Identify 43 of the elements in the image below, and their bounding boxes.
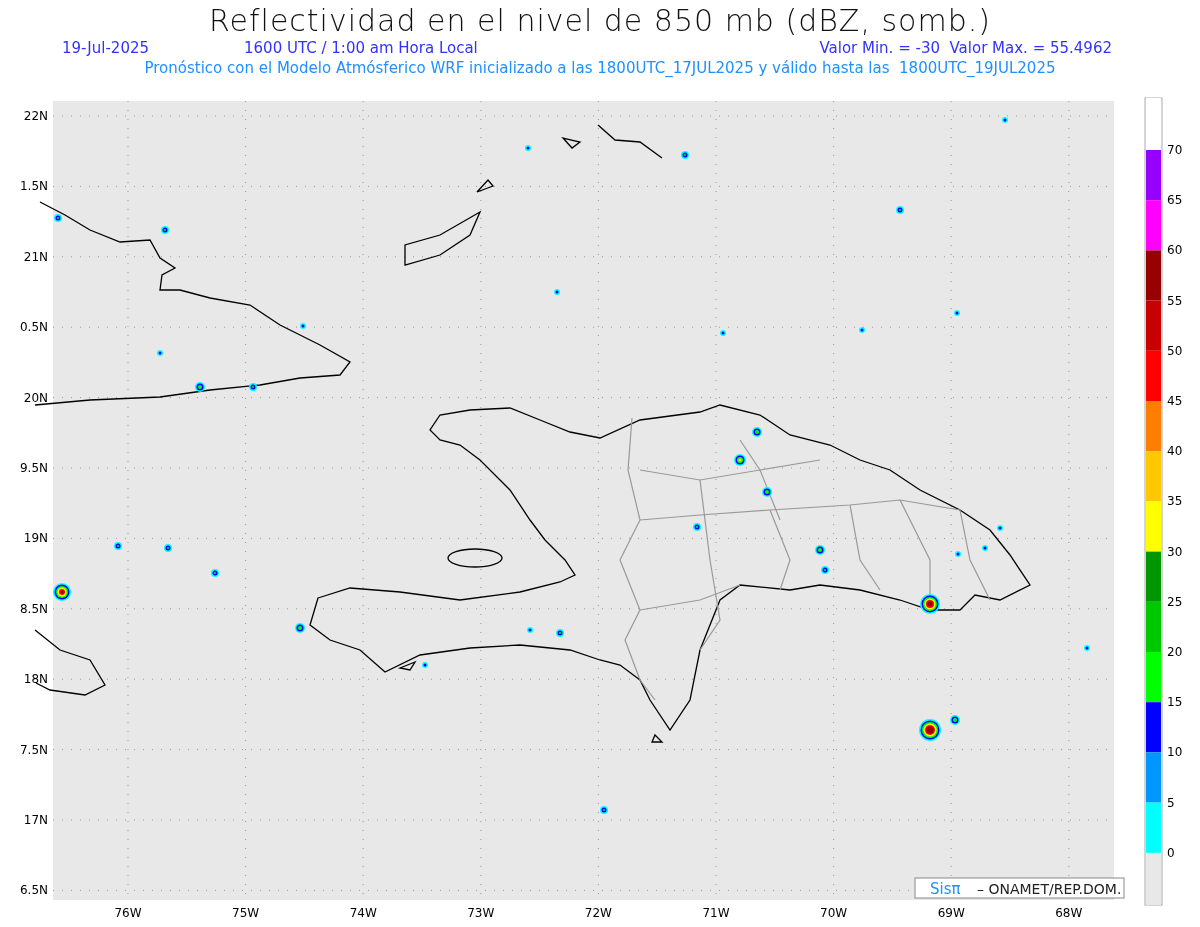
latitude-label: 0.5N bbox=[19, 320, 48, 335]
latitude-label: 1.5N bbox=[19, 179, 48, 194]
latitude-label: 17N bbox=[23, 813, 48, 827]
colorbar-label: 10 bbox=[1167, 745, 1183, 760]
longitude-label: 69W bbox=[937, 906, 965, 920]
longitude-label: 75W bbox=[232, 906, 260, 920]
latitude-label: 8.5N bbox=[19, 601, 48, 616]
latitude-label: 9.5N bbox=[19, 461, 48, 475]
latitude-label: 7.5N bbox=[19, 742, 48, 757]
colorbar-label: 20 bbox=[1167, 645, 1183, 659]
colorbar-label: 25 bbox=[1167, 594, 1183, 609]
colorbar-label: 0 bbox=[1167, 845, 1175, 860]
longitude-label: 68W bbox=[1055, 906, 1083, 920]
longitude-label: 70W bbox=[820, 906, 848, 920]
credit-text: – ONAMET/REP.DOM. bbox=[977, 881, 1122, 897]
latitude-label: 20N bbox=[23, 390, 48, 405]
forecast-time: 1600 UTC / 1:00 am Hora Local bbox=[244, 38, 478, 58]
longitude-label: 73W bbox=[467, 906, 495, 920]
colorbar-label: 5 bbox=[1167, 795, 1175, 810]
latitude-label: 21N bbox=[23, 249, 48, 264]
model-description: Pronóstico con el Modelo Atmósferico WRF inicializado a las 1800UTC_17JUL2025 y válido hasta las 1800UTC_19JUL2025 bbox=[144, 58, 1056, 78]
colorbar-label: 60 bbox=[1167, 243, 1183, 258]
colorbar-label: 40 bbox=[1167, 444, 1183, 459]
latitude-label: 6.5N bbox=[19, 883, 48, 898]
colorbar-label: 35 bbox=[1167, 494, 1183, 509]
colorbar-label: 15 bbox=[1167, 695, 1183, 710]
colorbar-label: 55 bbox=[1167, 293, 1183, 308]
colorbar-label: 65 bbox=[1167, 193, 1183, 208]
forecast-date: 19-Jul-2025 bbox=[62, 38, 150, 58]
colorbar-label: 30 bbox=[1167, 544, 1183, 559]
longitude-label: 76W bbox=[114, 906, 142, 920]
longitude-label: 72W bbox=[584, 906, 612, 920]
map-title: Reflectividad en el nivel de 850 mb (dBZ, somb.) bbox=[209, 4, 991, 38]
sis-logo: Sisπ bbox=[930, 880, 961, 898]
latitude-label: 19N bbox=[23, 531, 48, 546]
value-range: Valor Min. = -30 Valor Max. = 55.4962 bbox=[819, 38, 1112, 58]
latitude-label: 22N bbox=[23, 109, 48, 123]
latitude-label: 18N bbox=[23, 672, 48, 687]
colorbar-label: 70 bbox=[1167, 143, 1183, 157]
colorbar-label: 45 bbox=[1167, 394, 1183, 408]
longitude-label: 71W bbox=[702, 906, 730, 920]
colorbar-label: 50 bbox=[1167, 343, 1183, 358]
longitude-label: 74W bbox=[349, 906, 377, 920]
